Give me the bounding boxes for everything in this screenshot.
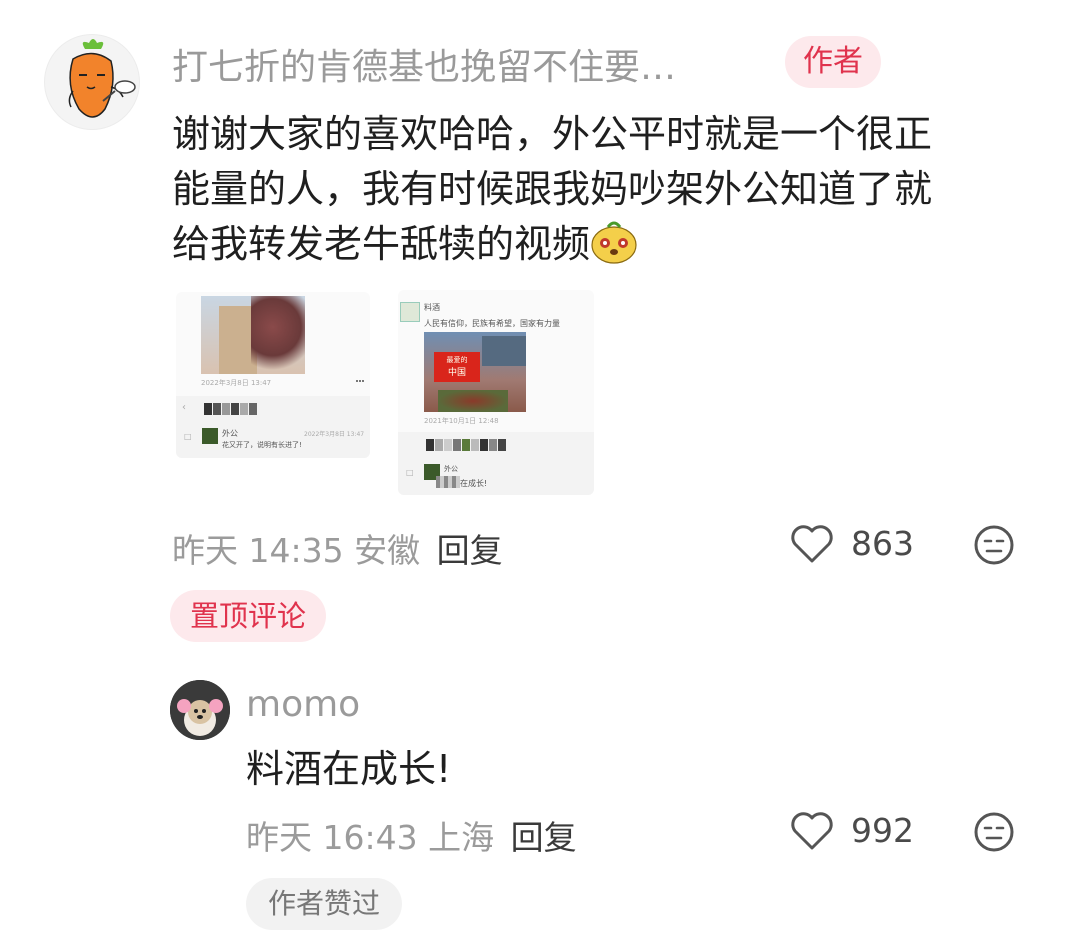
mosaic-name (426, 436, 507, 455)
comment-text-line: 能量的人，我有时候跟我妈吵架外公知道了就 (172, 167, 933, 211)
grandpa-avatar (202, 428, 218, 444)
comment-image-1[interactable]: 2022年3月8日 13:47 ‹ □ 外公 2022年3月8日 13:47 花… (176, 292, 370, 458)
comment-text-line: 谢谢大家的喜欢哈哈，外公平时就是一个很正 (172, 112, 933, 156)
reply-username[interactable]: momo (246, 684, 360, 725)
author-badge: 作者 (785, 36, 881, 88)
reply-name: 外公 (222, 429, 238, 438)
liaojiu-avatar (400, 302, 420, 322)
photo-building-trees (201, 296, 305, 374)
reply-avatar[interactable] (170, 680, 230, 740)
comment-location: 安徽 (354, 531, 421, 570)
screen-text: 最爱的 (446, 356, 468, 364)
author-avatar[interactable] (44, 34, 140, 130)
reply-text: 花又开了，说明有长进了! (222, 441, 302, 449)
reply-reply-button[interactable]: 回复 (511, 818, 577, 857)
neutral-face-icon (974, 812, 1014, 852)
mosaic-name (204, 400, 258, 419)
comment-image-2[interactable]: 料酒 人民有信仰，民族有希望，国家有力量 最爱的 中国 2021年10月1日 1… (398, 290, 594, 495)
reply-location: 上海 (428, 818, 495, 857)
pinned-comment-badge: 置顶评论 (170, 590, 326, 642)
image-date: 2022年3月8日 13:47 (201, 379, 272, 387)
author-liked-badge: 作者赞过 (246, 878, 402, 930)
heart-outline-icon (791, 812, 833, 850)
reply-like-button[interactable] (790, 811, 834, 855)
dislike-button[interactable] (972, 523, 1016, 571)
carrot-avatar-icon (68, 39, 136, 118)
reply-name: 外公 (444, 465, 458, 473)
mosaic-emoji (436, 476, 460, 488)
reply-meta: 昨天 16:43 上海 回复 (246, 811, 577, 859)
comment-text-segment: 给我转发老牛舐犊的视频 (172, 222, 591, 266)
doge-emoji-icon (591, 221, 637, 264)
comment-meta: 昨天 14:35 安徽 回复 (172, 524, 503, 572)
like-count: 863 (851, 524, 914, 563)
comment-text-line: 给我转发老牛舐犊的视频 (172, 217, 1022, 272)
like-button[interactable] (790, 524, 834, 568)
comment-text: 谢谢大家的喜欢哈哈，外公平时就是一个很正 能量的人，我有时候跟我妈吵架外公知道了… (172, 107, 1022, 272)
neutral-face-icon (974, 525, 1014, 565)
heart-outline-icon (791, 525, 833, 563)
reply-like-count: 992 (851, 811, 914, 850)
photo-big-screen: 最爱的 中国 (424, 332, 526, 412)
post-name: 料酒 (424, 303, 440, 312)
reply-dislike-button[interactable] (972, 810, 1016, 858)
screen-text: 中国 (447, 368, 466, 378)
reply-time: 2022年3月8日 13:47 (304, 431, 365, 438)
comment-username[interactable]: 打七折的肯德基也挽留不住要… (172, 38, 676, 90)
reply-text: 料酒在成长! (246, 747, 452, 791)
reply-button[interactable]: 回复 (437, 531, 503, 570)
post-text: 人民有信仰，民族有希望，国家有力量 (424, 319, 560, 328)
dog-avatar-icon (170, 680, 230, 740)
reply-text: 在成长! (460, 479, 488, 488)
image-date: 2021年10月1日 12:48 (424, 417, 499, 425)
reply-time: 昨天 16:43 (246, 818, 418, 857)
comment-time: 昨天 14:35 (172, 531, 344, 570)
